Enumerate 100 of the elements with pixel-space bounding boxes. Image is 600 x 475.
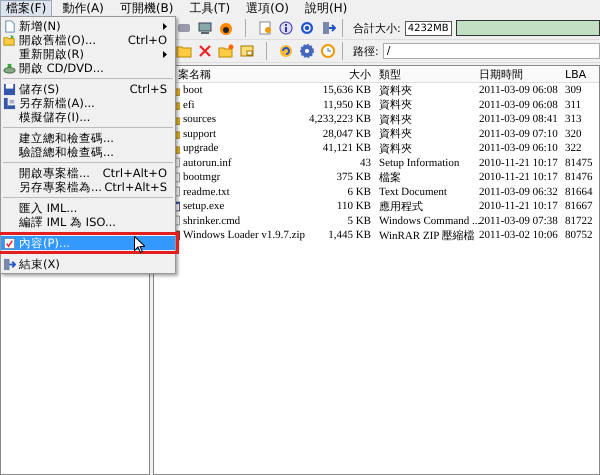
file-lba: 311 [565, 98, 582, 111]
menu-item[interactable]: 另存專案檔為... Ctrl+Alt+S [1, 180, 175, 194]
file-lba: 309 [565, 84, 582, 96]
file-date: 2011-03-09 06:10 [479, 142, 559, 154]
shortcut-text: Ctrl+S [130, 82, 167, 96]
file-date: 2011-03-09 06:08 [479, 98, 559, 111]
column-header[interactable]: 日期時間 [479, 66, 565, 82]
file-name[interactable]: Windows Loader v1.9.7.zip [183, 229, 306, 242]
file-date: 2011-03-02 10:06 [479, 229, 559, 242]
menu-item[interactable]: 開啟舊檔(O)... Ctrl+O [1, 33, 175, 47]
box-icon[interactable] [239, 43, 255, 59]
file-size: 28,047 KB [322, 128, 372, 140]
file-date: 2011-03-09 06:08 [479, 84, 559, 96]
menu-item[interactable]: 另存新檔(A)... [1, 96, 175, 110]
file-date: 2010-11-21 10:17 [479, 156, 559, 169]
file-type: Windows Command ... [379, 214, 479, 227]
computer-icon[interactable] [197, 20, 213, 36]
file-name[interactable]: efi [183, 98, 195, 111]
file-type: 資料夾 [379, 127, 413, 142]
file-type: Text Document [379, 186, 448, 198]
clock-icon[interactable] [320, 43, 336, 59]
column-header[interactable]: 大小 [296, 66, 379, 82]
refresh-icon[interactable] [278, 43, 294, 59]
menu-item[interactable]: 結束(X) [1, 257, 175, 271]
shortcut-text: Ctrl+O [128, 33, 167, 47]
document-icon[interactable] [257, 20, 273, 36]
menu-item[interactable]: 模擬儲存(I)... [1, 110, 175, 124]
file-name[interactable]: sources [183, 113, 216, 126]
file-lba: 81476 [565, 171, 594, 184]
file-size: 15,636 KB [322, 84, 372, 96]
file-lba: 320 [565, 128, 582, 140]
menu-item[interactable]: 檔案(F) [0, 0, 52, 17]
file-size: 375 KB [335, 171, 372, 184]
exit-icon [3, 258, 16, 270]
file-type: 檔案 [379, 170, 402, 185]
total-size-field: 4232MB [404, 20, 452, 36]
file-lba: 81475 [565, 156, 594, 169]
file-date: 2011-03-09 08:41 [479, 113, 559, 126]
column-header[interactable]: 類型 [379, 66, 479, 82]
file-size: 5 KB [346, 214, 372, 227]
file-size: 4,233,223 KB [308, 113, 372, 126]
shortcut-text: Ctrl+Alt+O [102, 166, 167, 180]
file-date: 2011-03-09 06:32 [479, 186, 559, 198]
path-label: 路徑: [353, 44, 379, 58]
page-icon [3, 20, 16, 32]
menu-item[interactable]: 新增(N) [1, 19, 175, 33]
file-size: 110 KB [336, 200, 372, 212]
file-name[interactable]: autorun.inf [183, 156, 232, 169]
file-date: 2011-03-09 07:10 [479, 128, 559, 140]
file-type: 資料夾 [379, 98, 413, 112]
column-header[interactable]: LBA [565, 68, 599, 80]
file-name[interactable]: support [183, 128, 216, 140]
delete-icon[interactable] [197, 43, 213, 59]
menu-item[interactable]: 可開機(B) [114, 0, 180, 17]
save-as-icon [3, 96, 16, 110]
menu-item[interactable]: 工具(T) [183, 0, 236, 17]
shortcut-text: Ctrl+Alt+S [104, 180, 167, 194]
file-name[interactable]: setup.exe [183, 200, 224, 212]
menu-item[interactable]: 說明(H) [298, 0, 354, 17]
file-name[interactable]: upgrade [183, 142, 218, 154]
file-lba: 81664 [565, 186, 594, 198]
file-name[interactable]: bootmgr [183, 171, 220, 184]
file-size: 6 KB [346, 186, 372, 198]
menu-item[interactable]: 匯入 IML... [1, 201, 175, 215]
gear-icon[interactable] [299, 43, 315, 59]
menu-item[interactable]: 編譯 IML 為 ISO... [1, 215, 175, 229]
file-name[interactable]: shrinker.cmd [183, 214, 240, 227]
exit-icon[interactable] [320, 20, 336, 36]
path-field[interactable]: / [382, 43, 600, 59]
menu-item[interactable]: 重新開啟(R) [1, 47, 175, 61]
file-lba: 81722 [565, 214, 594, 227]
file-lba: 313 [565, 113, 582, 126]
file-name[interactable]: boot [183, 84, 203, 96]
file-lba: 81667 [565, 200, 594, 212]
save-icon [3, 82, 16, 96]
disc-icon [3, 62, 16, 74]
menu-item[interactable]: 驗證總和檢查碼... [1, 145, 175, 159]
menu-item[interactable]: 儲存(S) Ctrl+S [1, 82, 175, 96]
new-folder-icon[interactable] [218, 43, 234, 59]
file-size: 43 [359, 156, 372, 169]
checked-document-icon [3, 236, 16, 250]
file-type: 資料夾 [379, 142, 413, 156]
info-icon[interactable] [278, 20, 294, 36]
folder-icon [3, 34, 16, 46]
file-type: 資料夾 [379, 112, 413, 127]
menu-item[interactable]: 建立總和檢查碼... [1, 131, 175, 145]
menu-item[interactable]: 動作(A) [56, 0, 110, 17]
file-lba: 80752 [565, 229, 594, 242]
menu-item[interactable]: 選項(O) [240, 0, 295, 17]
file-size: 41,121 KB [322, 142, 372, 154]
file-name[interactable]: readme.txt [183, 186, 230, 198]
file-type: 資料夾 [379, 84, 413, 98]
total-size-label: 合計大小: [353, 20, 401, 36]
file-lba: 322 [565, 142, 582, 154]
menu-item[interactable]: 開啟 CD/DVD... [1, 61, 175, 75]
menu-item[interactable]: 開啟專案檔... Ctrl+Alt+O [1, 166, 175, 180]
file-date: 2011-03-09 07:38 [479, 214, 559, 227]
file-type: 應用程式 [379, 200, 424, 214]
file-date: 2010-11-21 10:17 [479, 200, 559, 212]
file-size: 11,950 KB [322, 98, 372, 111]
